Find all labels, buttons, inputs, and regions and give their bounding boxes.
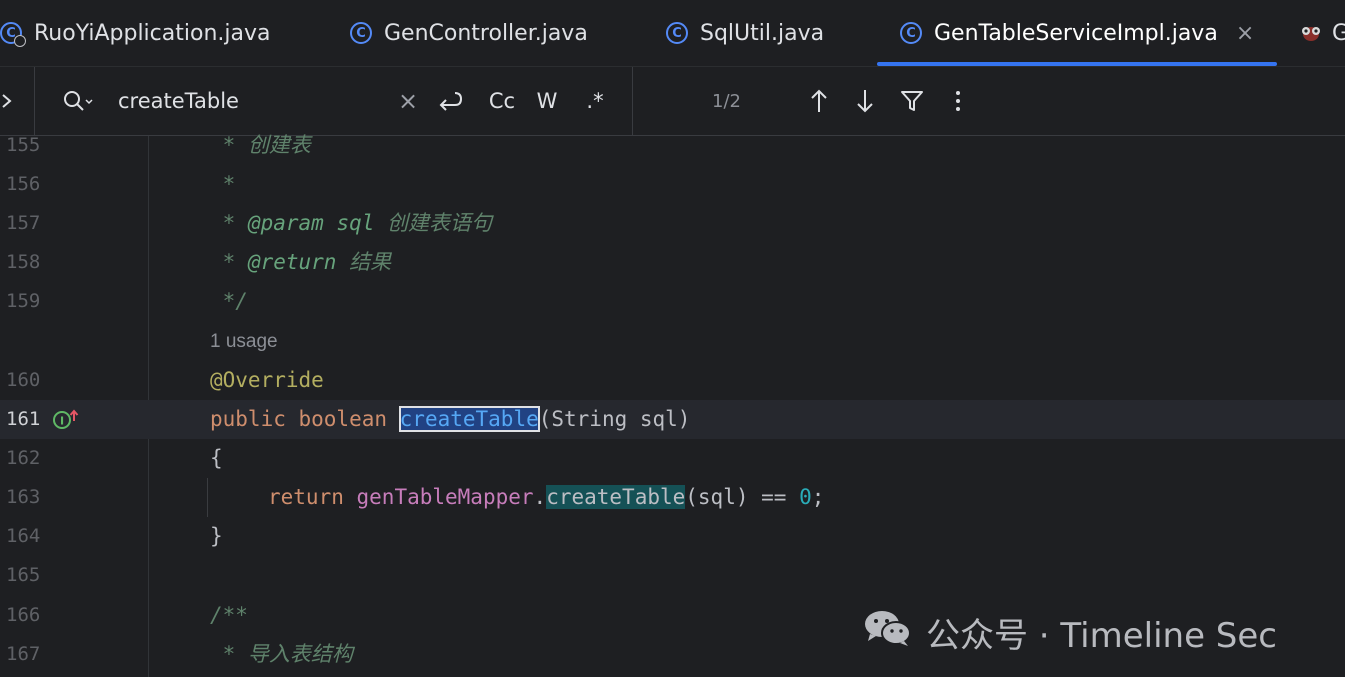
line-number: 158 (6, 251, 41, 273)
tab-label: GenTableServiceImpl.java (934, 20, 1218, 46)
code-line-current: 161 I public boolean createTable(String … (0, 400, 1345, 439)
code-text: * (210, 172, 236, 196)
tab-label: G (1332, 20, 1345, 46)
code-line: 155 * 创建表 (0, 126, 1345, 165)
code-editor[interactable]: 155 * 创建表 156 * 157 * @param sql 创建表语句 1… (0, 133, 1345, 677)
indent-guide (207, 478, 208, 517)
clear-search-button[interactable]: × (398, 87, 418, 115)
divider (632, 67, 633, 135)
bug-icon (1298, 23, 1324, 43)
code-line: 156 * (0, 165, 1345, 204)
line-number: 165 (6, 564, 41, 586)
code-text: * @return 结果 (210, 250, 392, 274)
tab-gen-table-service-impl[interactable]: C GenTableServiceImpl.java × (900, 0, 1254, 66)
code-text: @Override (210, 368, 324, 392)
line-number: 159 (6, 290, 41, 312)
divider (34, 67, 35, 135)
filter-icon[interactable] (898, 87, 926, 115)
line-number: 164 (6, 525, 41, 547)
java-class-icon: C (900, 22, 922, 44)
implements-method-icon[interactable]: I (52, 408, 79, 432)
line-number: 161 (6, 408, 41, 430)
words-button[interactable]: W (532, 87, 562, 115)
search-match: createTable (546, 485, 686, 509)
match-case-button[interactable]: Cc (484, 87, 520, 115)
search-input[interactable] (118, 85, 388, 117)
line-number: 166 (6, 604, 41, 626)
svg-text:I: I (60, 415, 64, 428)
watermark-text: 公众号 · Timeline Sec (926, 616, 1277, 656)
search-match-selected: createTable (398, 406, 540, 432)
editor-tab-bar: C RuoYiApplication.java C GenController.… (0, 0, 1345, 67)
tab-label: SqlUtil.java (700, 20, 825, 46)
code-text: * 创建表 (210, 133, 311, 157)
close-tab-icon[interactable]: × (1236, 21, 1254, 46)
previous-occurrence-icon[interactable] (806, 87, 832, 115)
expand-replace-chevron-icon[interactable] (0, 89, 14, 119)
code-line: 159 */ (0, 282, 1345, 321)
code-line: 160 @Override (0, 361, 1345, 400)
next-occurrence-icon[interactable] (852, 87, 878, 115)
wechat-icon (862, 608, 914, 657)
code-line: 162 { (0, 439, 1345, 478)
usages-hint[interactable]: 1 usage (210, 322, 278, 361)
new-line-icon[interactable] (434, 87, 464, 115)
code-text: public boolean createTable(String sql) (210, 406, 691, 432)
line-number: 167 (6, 643, 41, 665)
inlay-row: 1 usage (0, 322, 1345, 361)
code-line: 164 } (0, 517, 1345, 556)
search-history-icon[interactable] (62, 89, 96, 117)
java-class-icon: C (350, 22, 372, 44)
line-number: 157 (6, 212, 41, 234)
line-number: 160 (6, 369, 41, 391)
tab-ruoyi-application[interactable]: C RuoYiApplication.java (0, 0, 270, 66)
match-count: 1/2 (712, 91, 741, 112)
code-text: */ (210, 289, 248, 313)
java-run-class-icon: C (0, 22, 26, 47)
code-text: { (210, 446, 223, 470)
tab-sql-util[interactable]: C SqlUtil.java (666, 0, 824, 66)
line-number: 156 (6, 173, 41, 195)
code-line: 157 * @param sql 创建表语句 (0, 204, 1345, 243)
code-text: return genTableMapper.createTable(sql) =… (268, 485, 825, 509)
code-text: /** (210, 603, 248, 627)
regex-button[interactable]: .* (580, 87, 610, 115)
code-text: * @param sql 创建表语句 (210, 211, 493, 235)
line-number: 162 (6, 447, 41, 469)
code-text: * 导入表结构 (210, 642, 353, 666)
code-line: 163 return genTableMapper.createTable(sq… (0, 478, 1345, 517)
line-number: 155 (6, 134, 41, 156)
active-tab-indicator (877, 62, 1277, 66)
more-options-icon[interactable] (946, 87, 970, 115)
tab-overflow[interactable]: G (1298, 0, 1345, 66)
code-line: 165 (0, 556, 1345, 595)
code-text: } (210, 524, 223, 548)
java-class-icon: C (666, 22, 688, 44)
code-line: 158 * @return 结果 (0, 243, 1345, 282)
line-number: 163 (6, 486, 41, 508)
watermark: 公众号 · Timeline Sec (862, 608, 1277, 657)
tab-label: RuoYiApplication.java (34, 20, 271, 46)
tab-label: GenController.java (384, 20, 588, 46)
tab-gen-controller[interactable]: C GenController.java (350, 0, 588, 66)
